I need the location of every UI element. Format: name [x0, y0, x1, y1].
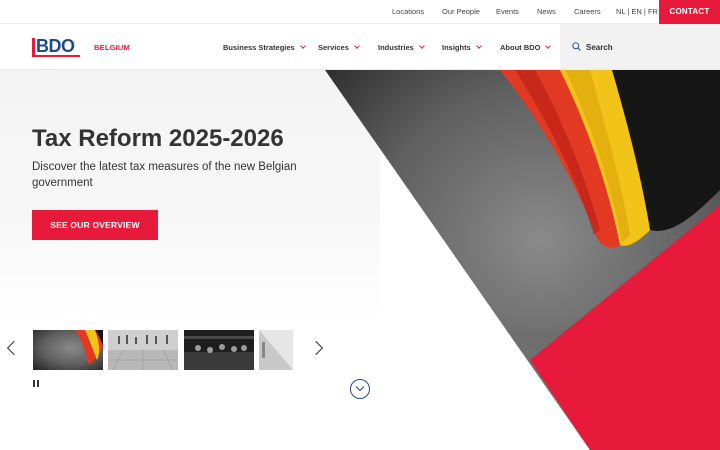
see-overview-button[interactable]: SEE OUR OVERVIEW: [32, 210, 158, 240]
nav-label: Services: [318, 43, 349, 52]
carousel-thumb-4[interactable]: [259, 330, 293, 370]
nav-label: Industries: [378, 43, 414, 52]
nav-insights[interactable]: Insights: [442, 43, 482, 52]
nav-industries[interactable]: Industries: [378, 43, 425, 52]
carousel-thumb-3[interactable]: [184, 330, 254, 370]
top-link-careers[interactable]: Careers: [574, 7, 601, 16]
nav-label: Business Strategies: [223, 43, 295, 52]
chevron-down-icon: [354, 43, 360, 49]
logo-underline: [32, 55, 80, 57]
hero-title: Tax Reform 2025-2026: [32, 125, 284, 152]
nav-label: Insights: [442, 43, 471, 52]
top-utility-bar: Locations Our People Events News Careers…: [0, 0, 720, 24]
chevron-down-icon: [545, 43, 552, 49]
language-switcher[interactable]: NL | EN | FR: [616, 7, 658, 16]
logo-bar: [32, 38, 35, 56]
carousel-thumb-2[interactable]: [108, 330, 178, 370]
search-box[interactable]: Search: [560, 24, 720, 69]
pause-icon[interactable]: [33, 380, 39, 387]
top-link-events[interactable]: Events: [496, 7, 519, 16]
top-link-our-people[interactable]: Our People: [442, 7, 480, 16]
search-label: Search: [586, 43, 613, 52]
hero-banner: Tax Reform 2025-2026 Discover the latest…: [0, 70, 720, 450]
pause-bar-left: [33, 380, 35, 387]
search-icon: [572, 42, 581, 51]
chevron-down-icon: [299, 43, 306, 49]
scroll-down-icon[interactable]: [350, 379, 370, 399]
chevron-down-icon: [419, 43, 425, 49]
nav-about-bdo[interactable]: About BDO: [500, 43, 552, 52]
chevron-down-icon: [475, 43, 482, 49]
chevron-down-icon: [355, 382, 365, 392]
nav-services[interactable]: Services: [318, 43, 360, 52]
country-label: BELGIUM: [94, 43, 130, 52]
top-link-locations[interactable]: Locations: [392, 7, 424, 16]
bdo-logo[interactable]: BDO: [32, 36, 82, 57]
hero-subtitle: Discover the latest tax measures of the …: [32, 161, 297, 189]
main-header: BDO BELGIUM Business Strategies Services…: [0, 24, 720, 70]
contact-button[interactable]: CONTACT: [659, 0, 720, 24]
pause-bar-right: [37, 380, 39, 387]
nav-business-strategies[interactable]: Business Strategies: [223, 43, 306, 52]
carousel-thumb-1[interactable]: [33, 330, 103, 370]
nav-label: About BDO: [500, 43, 541, 52]
logo-wordmark: BDO: [36, 36, 75, 56]
top-link-news[interactable]: News: [537, 7, 556, 16]
